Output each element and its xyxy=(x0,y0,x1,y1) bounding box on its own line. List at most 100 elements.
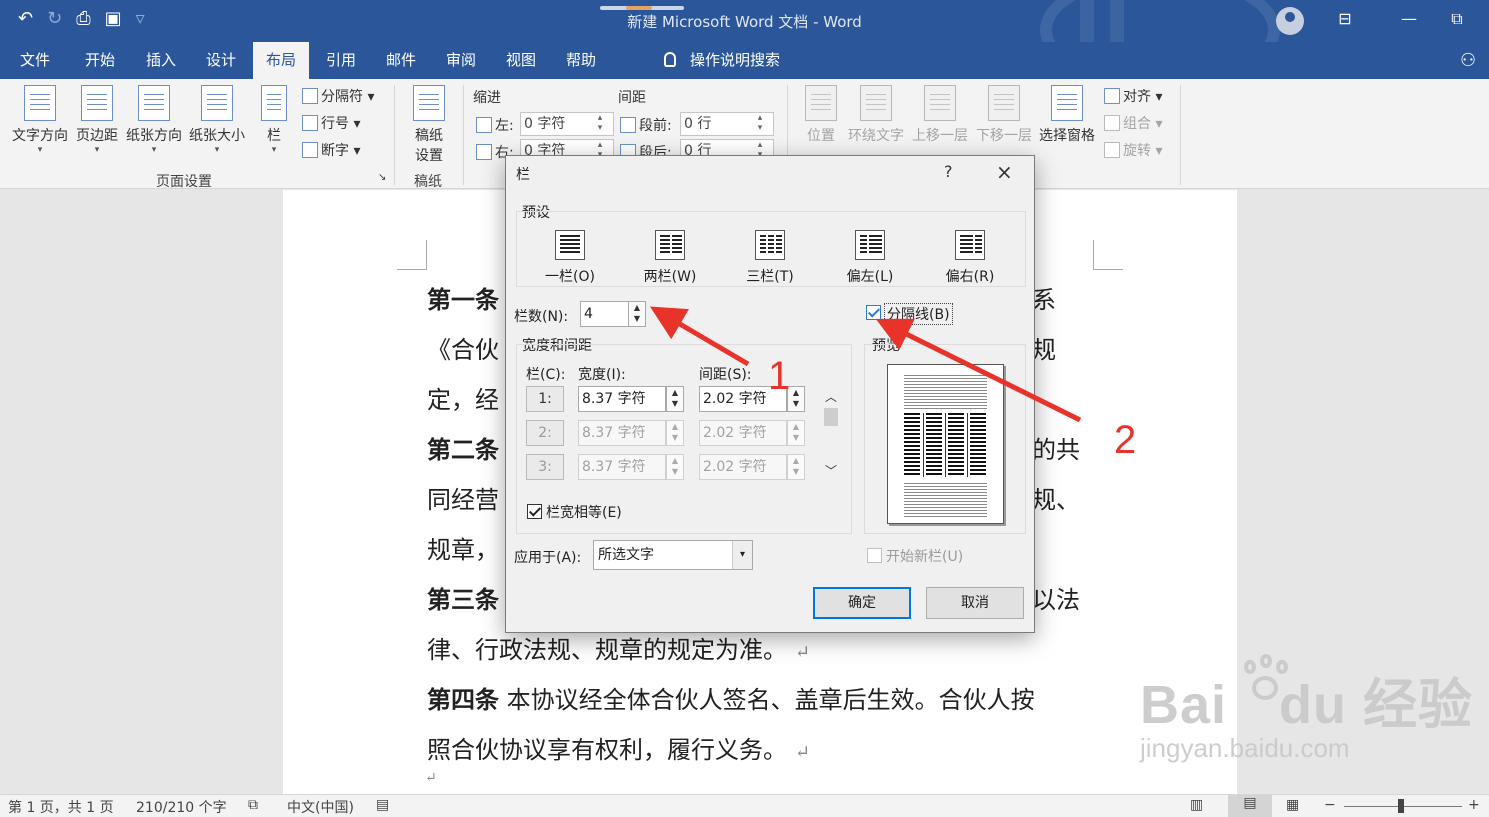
group-separator xyxy=(394,85,395,185)
preset-left[interactable]: 偏左(L) xyxy=(825,230,915,286)
column-number: 2: xyxy=(526,420,564,446)
group-icon xyxy=(1104,115,1120,131)
share-icon[interactable]: ⚇ xyxy=(1460,50,1476,71)
dropdown-caret-icon: ▾ xyxy=(94,145,100,155)
proofing-icon[interactable]: ⧉ xyxy=(248,797,258,813)
column-width-input[interactable]: 8.37 字符 xyxy=(578,386,666,412)
document-line: 同经营 xyxy=(427,486,499,514)
document-line: 第二条 xyxy=(427,430,499,465)
apply-to-select[interactable]: 所选文字 ▾ xyxy=(593,540,753,570)
preset-right[interactable]: 偏右(R) xyxy=(925,230,1015,286)
bring-forward-button[interactable]: 上移一层 xyxy=(910,85,970,145)
rotate-label: 旋转 xyxy=(1123,143,1151,159)
preview-page xyxy=(887,364,1004,524)
size-button[interactable]: 纸张大小 ▾ xyxy=(187,85,247,155)
column-width-input[interactable]: 8.37 字符 xyxy=(578,420,666,446)
language-indicator[interactable]: 中文(中国) xyxy=(287,797,354,817)
line-between-label[interactable]: 分隔线(B) xyxy=(884,303,953,325)
column-width-stepper[interactable]: ▲ ▼ xyxy=(666,386,684,412)
column-spacing-stepper[interactable]: ▲ ▼ xyxy=(787,420,805,446)
scroll-thumb[interactable] xyxy=(824,408,838,426)
paw-icon xyxy=(1238,654,1294,706)
tab-view[interactable]: 视图 xyxy=(493,42,549,79)
spacing-before-field[interactable]: 0 行 xyxy=(680,112,774,136)
user-avatar[interactable] xyxy=(1276,7,1304,35)
num-columns-stepper[interactable]: ▲ ▼ xyxy=(628,301,646,327)
word-count[interactable]: 210/210 个字 xyxy=(136,797,227,817)
indent-right-icon xyxy=(476,144,492,160)
cancel-button[interactable]: 取消 xyxy=(926,587,1024,619)
manuscript-settings-button[interactable]: 稿纸 设置 xyxy=(406,85,452,165)
line-numbers-button[interactable]: 行号 ▾ xyxy=(302,113,360,133)
hyphenation-button[interactable]: 断字 ▾ xyxy=(302,140,360,160)
preset-one[interactable]: 一栏(O) xyxy=(525,230,615,286)
equal-width-label[interactable]: 栏宽相等(E) xyxy=(546,502,622,522)
indent-label: 缩进 xyxy=(473,90,501,106)
group-button[interactable]: 组合 ▾ xyxy=(1104,113,1162,133)
rotate-button[interactable]: 旋转 ▾ xyxy=(1104,140,1162,160)
column-width-input[interactable]: 8.37 字符 xyxy=(578,454,666,480)
column-width-stepper[interactable]: ▲ ▼ xyxy=(666,420,684,446)
watermark-logo: Bai du 经验 xyxy=(1140,675,1474,735)
margins-button[interactable]: 页边距 ▾ xyxy=(74,85,120,155)
tab-design[interactable]: 设计 xyxy=(193,42,249,79)
line-between-checkbox[interactable] xyxy=(866,305,881,320)
position-button[interactable]: 位置 xyxy=(802,85,840,145)
dialog-launcher-icon[interactable]: ↘ xyxy=(378,172,386,183)
align-button[interactable]: 对齐 ▾ xyxy=(1104,86,1162,106)
close-icon[interactable]: × xyxy=(996,160,1013,184)
tab-file[interactable]: 文件 xyxy=(10,42,60,79)
zoom-in-button[interactable]: + xyxy=(1468,797,1480,813)
apply-to-label: 应用于(A): xyxy=(514,550,582,566)
num-columns-input[interactable]: 4 xyxy=(580,301,630,327)
col-header: 栏(C): xyxy=(526,367,566,383)
column-width-stepper[interactable]: ▲ ▼ xyxy=(666,454,684,480)
tab-references[interactable]: 引用 xyxy=(313,42,369,79)
restore-icon[interactable]: ⧉ xyxy=(1446,9,1468,31)
start-new-column-checkbox[interactable] xyxy=(867,548,882,563)
zoom-out-button[interactable]: − xyxy=(1324,797,1336,813)
web-layout-icon[interactable]: ▦ xyxy=(1286,797,1299,813)
apply-to-value: 所选文字 xyxy=(598,547,654,563)
read-mode-icon[interactable]: ▥ xyxy=(1190,797,1203,813)
column-spacing-stepper[interactable]: ▲ ▼ xyxy=(787,454,805,480)
columns-button[interactable]: 栏 ▾ xyxy=(258,85,290,155)
group-label-manuscript: 稿纸 xyxy=(414,174,442,190)
equal-width-checkbox[interactable] xyxy=(527,504,542,519)
tab-insert[interactable]: 插入 xyxy=(133,42,189,79)
page-count[interactable]: 第 1 页，共 1 页 xyxy=(8,797,114,817)
tab-mailings[interactable]: 邮件 xyxy=(373,42,429,79)
document-line: 规章， xyxy=(427,536,499,564)
ok-button[interactable]: 确定 xyxy=(813,587,911,619)
indent-left-field[interactable]: 0 字符 xyxy=(520,112,614,136)
tell-me-search[interactable]: 操作说明搜索 xyxy=(664,42,780,79)
chevron-down-icon: ▾ xyxy=(732,541,752,569)
wrap-text-button[interactable]: 环绕文字 xyxy=(846,85,906,145)
zoom-slider-thumb[interactable] xyxy=(1398,799,1404,813)
breaks-button[interactable]: 分隔符 ▾ xyxy=(302,86,374,106)
send-backward-button[interactable]: 下移一层 xyxy=(974,85,1034,145)
orientation-button[interactable]: 纸张方向 ▾ xyxy=(124,85,184,155)
print-layout-icon[interactable]: ▤ xyxy=(1228,795,1272,817)
column-spacing-input[interactable]: 2.02 字符 xyxy=(699,420,787,446)
column-spacing-input[interactable]: 2.02 字符 xyxy=(699,454,787,480)
selection-pane-button[interactable]: 选择窗格 xyxy=(1037,85,1097,145)
tab-home[interactable]: 开始 xyxy=(72,42,128,79)
preview-column xyxy=(926,413,942,477)
document-line: 第四条 本协议经全体合伙人签名、盖章后生效。合伙人按 xyxy=(427,685,1035,714)
scroll-up-icon[interactable]: ︿ xyxy=(822,388,840,405)
scroll-down-icon[interactable]: ﹀ xyxy=(822,462,840,479)
tab-layout[interactable]: 布局 xyxy=(253,42,309,79)
text-direction-button[interactable]: 文字方向 ▾ xyxy=(10,85,70,155)
document-line: 律、行政法规、规章的规定为准。 ↵ xyxy=(427,636,811,664)
tab-help[interactable]: 帮助 xyxy=(553,42,609,79)
ribbon-display-options-icon[interactable]: ⊟ xyxy=(1334,9,1356,31)
preset-three[interactable]: 三栏(T) xyxy=(725,230,815,286)
preset-two-label: 两栏(W) xyxy=(643,269,697,285)
minimize-icon[interactable]: — xyxy=(1398,9,1420,31)
preset-two[interactable]: 两栏(W) xyxy=(625,230,715,286)
macro-icon[interactable]: ▤ xyxy=(376,797,389,813)
tab-review[interactable]: 审阅 xyxy=(433,42,489,79)
annotation-marker-1: 1 xyxy=(768,354,791,398)
help-icon[interactable]: ? xyxy=(944,162,953,181)
